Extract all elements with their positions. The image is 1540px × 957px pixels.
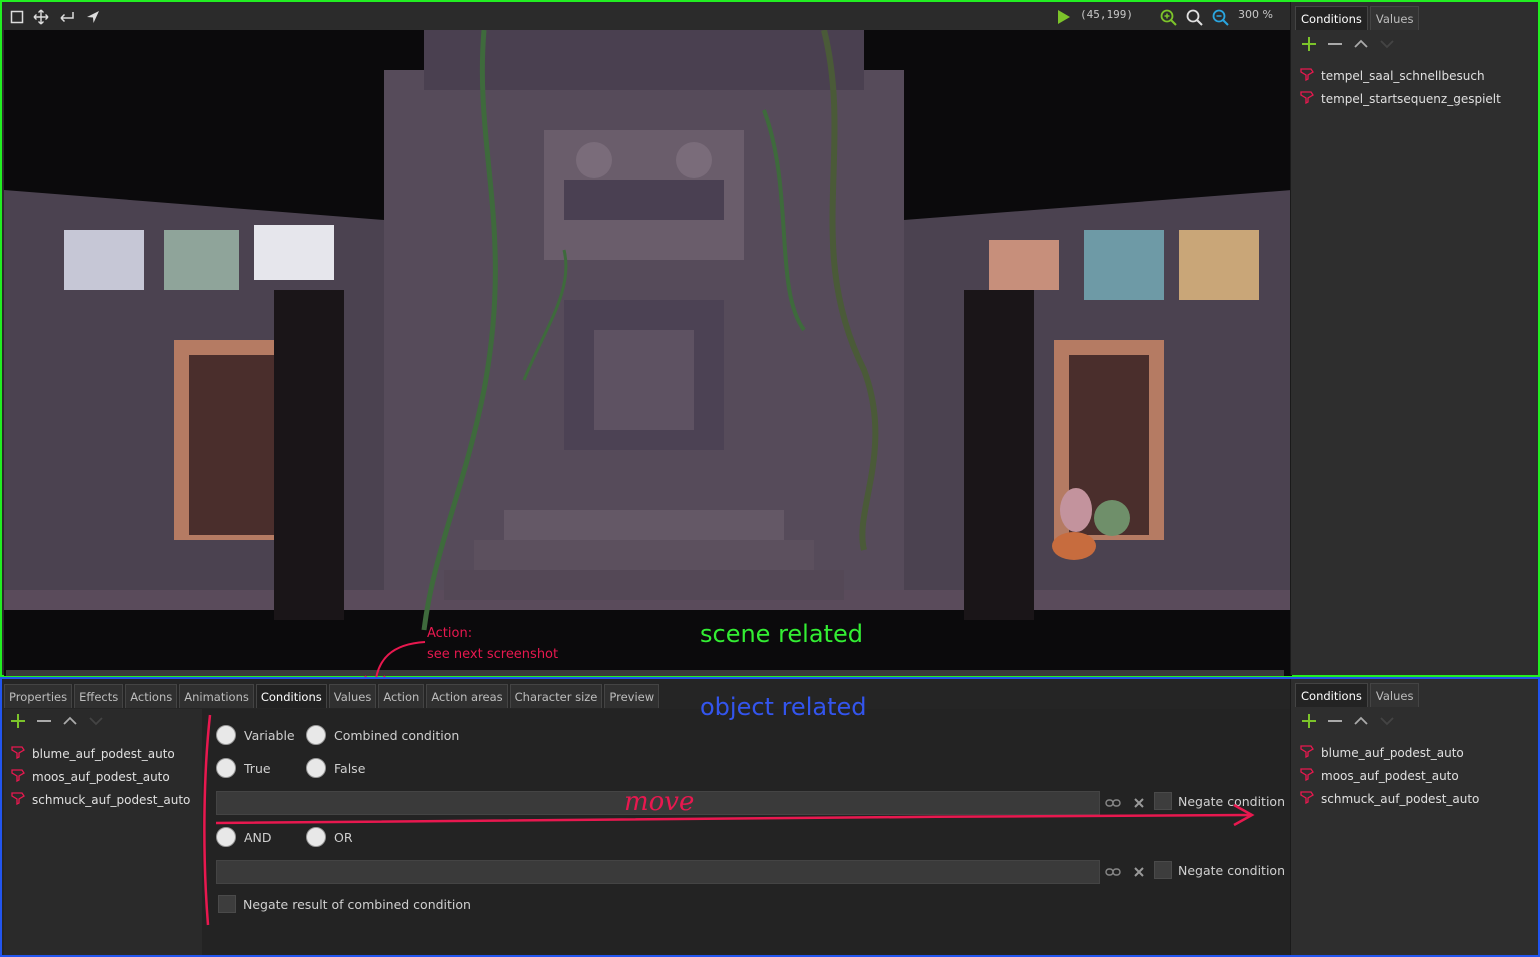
pointer-arrow-icon[interactable] — [84, 8, 102, 26]
tab-actions[interactable]: Actions — [125, 684, 178, 708]
condition-name: blume_auf_podest_auto — [32, 746, 175, 761]
object-condition-list: blume_auf_podest_auto moos_auf_podest_au… — [10, 742, 190, 811]
play-icon[interactable] — [1054, 8, 1072, 26]
condition-name: moos_auf_podest_auto — [32, 769, 170, 784]
remove-icon[interactable] — [34, 711, 54, 731]
scene-panel-tabs: Conditions Values — [1295, 6, 1420, 30]
tab-action[interactable]: Action — [378, 684, 425, 708]
add-icon[interactable] — [8, 711, 28, 731]
tab-effects[interactable]: Effects — [74, 684, 124, 708]
remove-icon[interactable] — [1325, 34, 1345, 54]
zoom-out-icon[interactable] — [1211, 8, 1229, 26]
object-panel-buttons — [1299, 711, 1397, 731]
tab-conditions[interactable]: Conditions — [255, 684, 327, 708]
object-panel-tabs: Conditions Values — [1295, 683, 1420, 707]
scene-canvas[interactable] — [4, 30, 1292, 676]
action-note-line2: see next screenshot — [427, 647, 559, 662]
object-tab-values[interactable]: Values — [1369, 683, 1420, 707]
tab-properties[interactable]: Properties — [4, 684, 73, 708]
zoom-reset-icon[interactable] — [1185, 8, 1203, 26]
tab-animations[interactable]: Animations — [179, 684, 254, 708]
list-item[interactable]: moos_auf_podest_auto — [1299, 764, 1479, 787]
add-icon[interactable] — [1299, 711, 1319, 731]
list-item[interactable]: moos_auf_podest_auto — [10, 765, 190, 788]
condition-icon — [1299, 67, 1315, 84]
list-item[interactable]: tempel_saal_schnellbesuch — [1299, 64, 1501, 87]
condition-icon — [1299, 90, 1315, 107]
return-arrow-icon[interactable] — [58, 8, 76, 26]
move-down-icon[interactable] — [1377, 34, 1397, 54]
condition-name: moos_auf_podest_auto — [1321, 768, 1459, 783]
move-annotation-drawing — [203, 714, 1255, 926]
move-tool-icon[interactable] — [32, 8, 50, 26]
condition-name: schmuck_auf_podest_auto — [1321, 791, 1480, 806]
tab-preview[interactable]: Preview — [604, 684, 660, 708]
condition-name: tempel_startsequenz_gespielt — [1321, 91, 1501, 106]
condition-icon — [10, 791, 26, 808]
scene-frame: (45,199) 300 % scene related Action: see… — [0, 0, 1540, 690]
list-item[interactable]: schmuck_auf_podest_auto — [10, 788, 190, 811]
remove-icon[interactable] — [1325, 711, 1345, 731]
zoom-level: 300 % — [1238, 8, 1273, 21]
scene-related-label: scene related — [700, 620, 863, 648]
cursor-coordinates: (45,199) — [1080, 8, 1133, 21]
list-item[interactable]: tempel_startsequenz_gespielt — [1299, 87, 1501, 110]
tab-character-size[interactable]: Character size — [509, 684, 603, 708]
object-conditions-panel: Conditions Values blume_auf_podest_auto … — [1290, 679, 1538, 955]
move-down-icon[interactable] — [1377, 711, 1397, 731]
list-item[interactable]: blume_auf_podest_auto — [10, 742, 190, 765]
object-tab-conditions[interactable]: Conditions — [1295, 683, 1368, 707]
object-tab-bar: Properties Effects Actions Animations Co… — [4, 684, 660, 708]
move-up-icon[interactable] — [1351, 34, 1371, 54]
zoom-in-icon[interactable] — [1159, 8, 1177, 26]
condition-icon — [10, 768, 26, 785]
move-up-icon[interactable] — [1351, 711, 1371, 731]
move-down-icon[interactable] — [86, 711, 106, 731]
scene-toolbar: (45,199) 300 % — [4, 4, 1290, 30]
canvas-scrollbar[interactable] — [6, 670, 1284, 676]
tab-action-areas[interactable]: Action areas — [426, 684, 508, 708]
move-up-icon[interactable] — [60, 711, 80, 731]
condition-name: tempel_saal_schnellbesuch — [1321, 68, 1485, 83]
temple-scene-image — [4, 30, 1292, 676]
scene-tab-conditions[interactable]: Conditions — [1295, 6, 1368, 30]
select-rectangle-icon[interactable] — [8, 8, 26, 26]
object-frame: Properties Effects Actions Animations Co… — [0, 677, 1540, 957]
scene-panel-buttons — [1299, 34, 1397, 54]
scene-conditions-panel: Conditions Values tempel_saal_schnellbes… — [1290, 2, 1538, 675]
condition-icon — [1299, 744, 1315, 761]
add-icon[interactable] — [1299, 34, 1319, 54]
condition-icon — [1299, 767, 1315, 784]
condition-icon — [10, 745, 26, 762]
list-item[interactable]: blume_auf_podest_auto — [1299, 741, 1479, 764]
condition-icon — [1299, 790, 1315, 807]
list-item[interactable]: schmuck_auf_podest_auto — [1299, 787, 1479, 810]
condition-name: blume_auf_podest_auto — [1321, 745, 1464, 760]
tab-values[interactable]: Values — [328, 684, 377, 708]
condition-name: schmuck_auf_podest_auto — [32, 792, 191, 807]
object-right-condition-list: blume_auf_podest_auto moos_auf_podest_au… — [1299, 741, 1479, 810]
object-list-buttons — [8, 711, 106, 731]
object-conditions-list-panel: blume_auf_podest_auto moos_auf_podest_au… — [4, 709, 202, 955]
scene-condition-list: tempel_saal_schnellbesuch tempel_startse… — [1299, 64, 1501, 110]
scene-tab-values[interactable]: Values — [1369, 6, 1420, 30]
